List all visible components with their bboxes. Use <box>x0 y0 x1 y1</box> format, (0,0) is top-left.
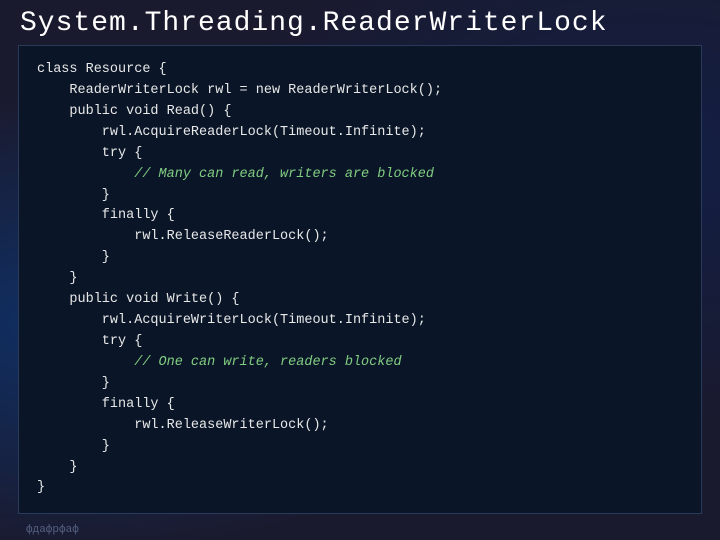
watermark: фдафрфаф <box>26 524 79 536</box>
code-line: class Resource { <box>37 62 167 77</box>
code-line: finally { <box>37 208 175 223</box>
code-line: rwl.ReleaseWriterLock(); <box>37 418 329 433</box>
code-line: // Many can read, writers are blocked <box>37 167 434 182</box>
code-line: } <box>37 250 110 265</box>
page-title: System.Threading.ReaderWriterLock <box>0 0 720 45</box>
code-line: } <box>37 460 78 475</box>
code-line: } <box>37 480 45 495</box>
code-block: class Resource { ReaderWriterLock rwl = … <box>37 60 683 499</box>
code-line: public void Write() { <box>37 292 240 307</box>
code-line: } <box>37 188 110 203</box>
code-line: rwl.AcquireReaderLock(Timeout.Infinite); <box>37 125 426 140</box>
code-line: public void Read() { <box>37 104 231 119</box>
code-line: } <box>37 271 78 286</box>
code-line: finally { <box>37 397 175 412</box>
code-line: } <box>37 439 110 454</box>
code-line: try { <box>37 146 142 161</box>
code-container: class Resource { ReaderWriterLock rwl = … <box>18 45 702 514</box>
code-line: rwl.AcquireWriterLock(Timeout.Infinite); <box>37 313 426 328</box>
code-line: // One can write, readers blocked <box>37 355 402 370</box>
code-line: rwl.ReleaseReaderLock(); <box>37 229 329 244</box>
code-line: } <box>37 376 110 391</box>
code-line: ReaderWriterLock rwl = new ReaderWriterL… <box>37 83 442 98</box>
code-line: try { <box>37 334 142 349</box>
